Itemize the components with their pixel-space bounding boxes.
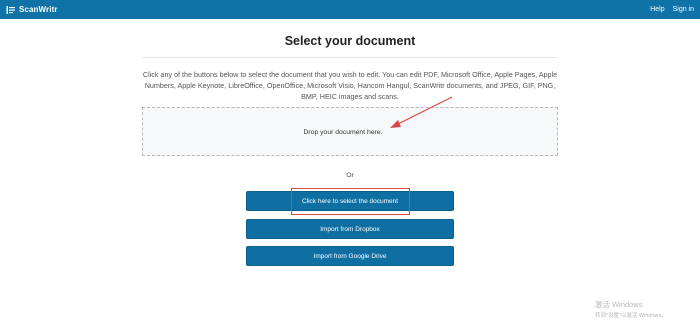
select-document-button[interactable]: Click here to select the document bbox=[246, 191, 454, 211]
import-gdrive-button[interactable]: Import from Google Drive bbox=[246, 246, 454, 266]
top-navbar: ScanWritr Help Sign in bbox=[0, 0, 700, 19]
brand[interactable]: ScanWritr bbox=[6, 5, 58, 15]
or-separator: Or bbox=[346, 172, 354, 179]
nav-links: Help Sign in bbox=[650, 6, 694, 13]
title-divider bbox=[142, 57, 558, 58]
page-title: Select your document bbox=[284, 34, 416, 48]
description-text: Click any of the buttons below to select… bbox=[142, 70, 558, 101]
brand-name: ScanWritr bbox=[19, 5, 58, 14]
watermark-line1: 激活 Windows bbox=[595, 300, 643, 309]
signin-link[interactable]: Sign in bbox=[673, 6, 694, 13]
windows-activation-watermark: 激活 Windows 转到"设置"以激活 Windows。 bbox=[595, 299, 667, 319]
dropzone-label: Drop your document here. bbox=[303, 129, 383, 136]
import-dropbox-button[interactable]: Import from Dropbox bbox=[246, 219, 454, 239]
watermark-line2: 转到"设置"以激活 Windows。 bbox=[595, 313, 667, 319]
scanwritr-logo-icon bbox=[6, 5, 15, 14]
help-link[interactable]: Help bbox=[650, 6, 664, 13]
dropzone[interactable]: Drop your document here. bbox=[142, 107, 558, 156]
annotation-arrow-icon bbox=[390, 96, 453, 128]
